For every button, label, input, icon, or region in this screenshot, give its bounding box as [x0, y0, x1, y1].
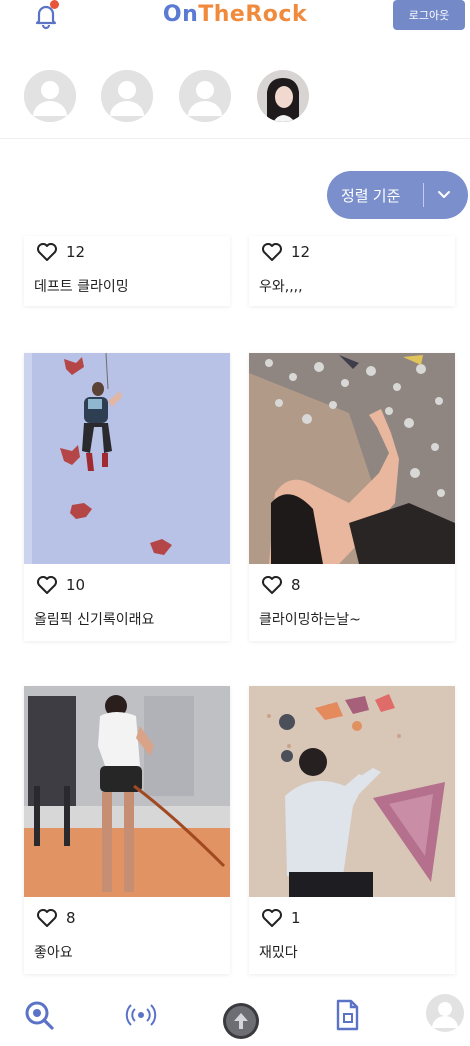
logo-on-text: On [162, 2, 199, 27]
story-avatar-2[interactable] [101, 70, 153, 122]
like-count: 12 [66, 243, 86, 261]
sort-button[interactable]: 정렬 기준 [327, 171, 468, 219]
app-header: OnTheRock 로그아웃 [0, 0, 470, 40]
post-caption-5: 좋아요 [34, 945, 73, 961]
header-divider [0, 138, 470, 139]
profile-icon[interactable] [426, 994, 464, 1032]
post-likes-5: 8 [36, 908, 76, 928]
heart-icon[interactable] [261, 575, 283, 595]
post-likes-2: 12 [261, 242, 310, 262]
upload-icon[interactable] [222, 1002, 260, 1040]
like-count: 10 [66, 576, 86, 594]
chevron-down-icon [438, 191, 450, 198]
post-caption-3: 올림픽 신기록이래요 [34, 612, 155, 628]
post-image-4[interactable] [249, 353, 455, 564]
story-bar [0, 56, 470, 136]
like-count: 1 [291, 909, 301, 927]
bottom-navbar [0, 990, 470, 1046]
post-likes-6: 1 [261, 908, 301, 928]
like-count: 8 [291, 576, 301, 594]
search-icon[interactable] [22, 998, 56, 1032]
story-avatar-photo[interactable] [257, 70, 309, 122]
heart-icon[interactable] [36, 575, 58, 595]
heart-icon[interactable] [261, 242, 283, 262]
story-avatar-1[interactable] [24, 70, 76, 122]
default-avatar-icon [101, 70, 153, 122]
post-image-5[interactable] [24, 686, 230, 897]
sort-divider [423, 183, 424, 207]
default-avatar-icon [24, 70, 76, 122]
post-likes-1: 12 [36, 242, 85, 262]
heart-icon[interactable] [36, 908, 58, 928]
post-caption-1: 데프트 클라이밍 [34, 279, 129, 295]
user-photo-avatar [257, 70, 309, 122]
heart-icon[interactable] [36, 242, 58, 262]
post-caption-4: 클라이밍하는날~ [259, 612, 361, 628]
story-avatar-3[interactable] [179, 70, 231, 122]
like-count: 8 [66, 909, 76, 927]
post-likes-4: 8 [261, 575, 301, 595]
live-icon[interactable] [124, 998, 158, 1032]
post-image-6[interactable] [249, 686, 455, 897]
post-caption-6: 재밌다 [259, 945, 298, 961]
heart-icon[interactable] [261, 908, 283, 928]
post-caption-2: 우와,,,, [259, 279, 303, 295]
like-count: 12 [291, 243, 311, 261]
logo-rock-text: Rock [245, 2, 308, 27]
default-avatar-icon [179, 70, 231, 122]
post-image-3[interactable] [24, 353, 230, 564]
sort-label: 정렬 기준 [341, 188, 401, 205]
logo-the-text: The [198, 2, 246, 27]
document-icon[interactable] [330, 998, 364, 1032]
logout-button[interactable]: 로그아웃 [393, 0, 465, 30]
post-likes-3: 10 [36, 575, 85, 595]
